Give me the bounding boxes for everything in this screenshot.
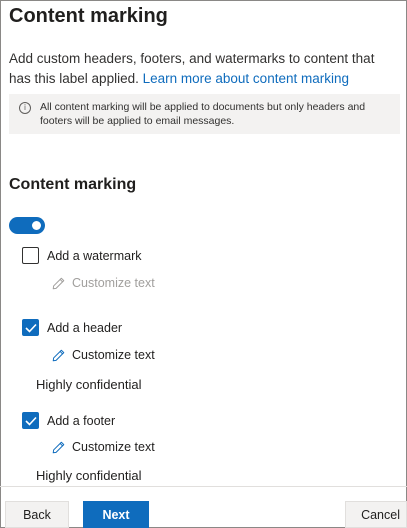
watermark-customize-label: Customize text <box>72 276 155 290</box>
footer-text-value: Highly confidential <box>36 468 142 483</box>
header-checkbox[interactable] <box>22 319 39 336</box>
content-marking-toggle[interactable] <box>9 217 45 234</box>
page-title: Content marking <box>9 5 168 27</box>
learn-more-link[interactable]: Learn more about content marking <box>143 71 349 86</box>
watermark-customize-link: Customize text <box>52 276 155 290</box>
info-icon: i <box>19 102 31 114</box>
toggle-knob <box>32 221 41 230</box>
watermark-checkbox-label: Add a watermark <box>47 248 142 263</box>
header-customize-link[interactable]: Customize text <box>52 348 155 362</box>
back-button[interactable]: Back <box>5 501 69 528</box>
watermark-checkbox[interactable] <box>22 247 39 264</box>
footer-divider <box>0 486 407 487</box>
header-checkbox-label: Add a header <box>47 320 123 335</box>
header-customize-label: Customize text <box>72 348 155 362</box>
footer-customize-link[interactable]: Customize text <box>52 440 155 454</box>
info-message-text: All content marking will be applied to d… <box>40 101 366 127</box>
footer-checkbox[interactable] <box>22 412 39 429</box>
footer-checkbox-label: Add a footer <box>47 413 116 428</box>
header-checkbox-row[interactable]: Add a header <box>22 319 122 336</box>
cancel-button[interactable]: Cancel <box>345 501 407 528</box>
pencil-icon <box>52 349 65 361</box>
header-text-value: Highly confidential <box>36 377 142 392</box>
info-message-bar: i All content marking will be applied to… <box>9 94 400 134</box>
checkmark-icon <box>24 323 37 333</box>
footer-customize-label: Customize text <box>72 440 155 454</box>
footer-checkbox-row[interactable]: Add a footer <box>22 412 115 429</box>
pencil-icon <box>52 441 65 453</box>
next-button[interactable]: Next <box>83 501 149 528</box>
checkmark-icon <box>24 416 37 426</box>
page-description: Add custom headers, footers, and waterma… <box>9 49 399 89</box>
watermark-checkbox-row[interactable]: Add a watermark <box>22 247 141 264</box>
section-title: Content marking <box>9 176 137 193</box>
pencil-icon <box>52 277 65 289</box>
